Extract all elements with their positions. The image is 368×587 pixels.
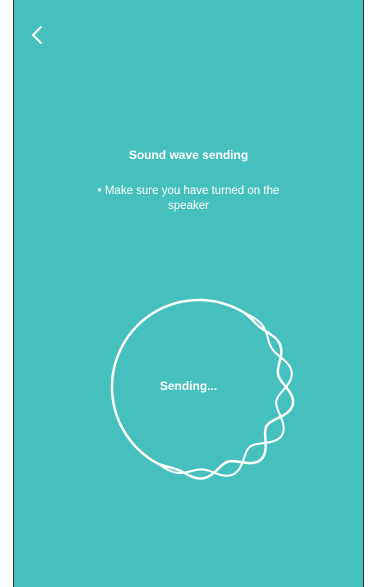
- page-title: Sound wave sending: [128, 148, 249, 162]
- chevron-left-icon: [32, 26, 42, 44]
- sound-wave-screen: Sound wave sending • Make sure you have …: [14, 0, 363, 587]
- speaker-hint: • Make sure you have turned on the speak…: [97, 185, 280, 212]
- sending-status: Sending...: [159, 379, 218, 393]
- frame-right-border: [363, 0, 364, 587]
- back-button[interactable]: [26, 22, 48, 48]
